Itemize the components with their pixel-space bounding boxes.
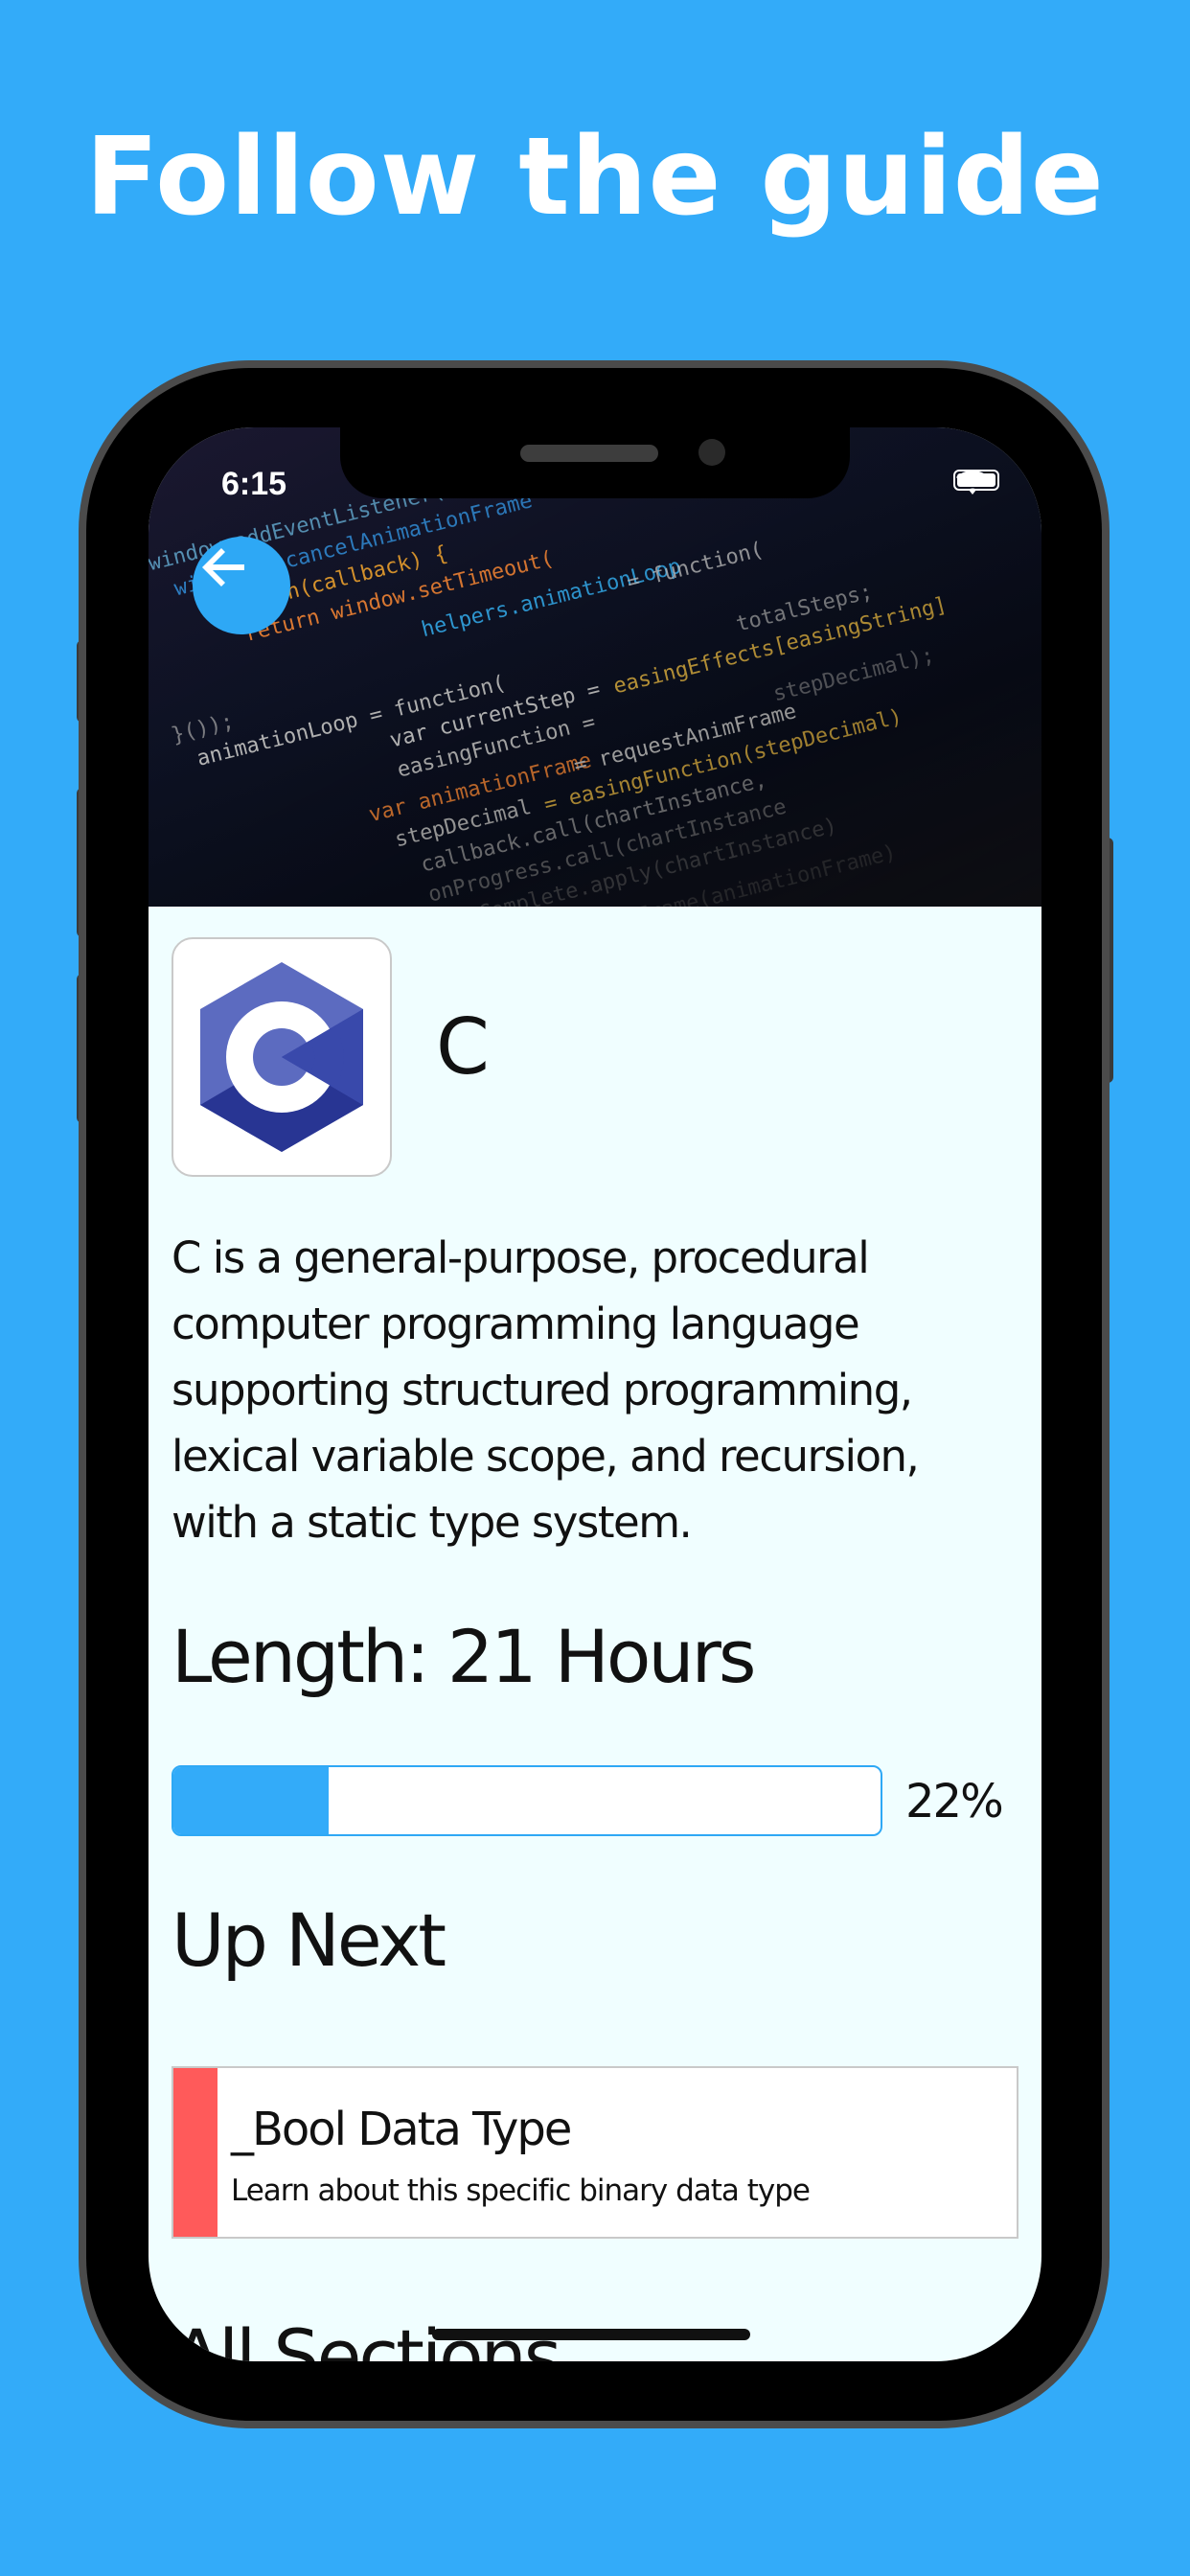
course-description: C is a general-purpose, procedural compu… bbox=[172, 1232, 920, 1548]
course-logo-box bbox=[172, 937, 392, 1177]
phone-notch bbox=[340, 427, 850, 498]
up-next-subtitle: Learn about this specific binary data ty… bbox=[231, 2174, 811, 2208]
hero-code-image: window.addEventListener( window.mscancel… bbox=[149, 427, 1041, 907]
app-screen: window.addEventListener( window.mscancel… bbox=[149, 427, 1041, 2361]
course-title: C bbox=[436, 1002, 490, 1092]
status-indicators bbox=[953, 470, 999, 494]
c-language-logo bbox=[200, 962, 363, 1152]
battery-icon bbox=[953, 470, 999, 491]
card-color-stripe bbox=[173, 2068, 217, 2237]
progress-percent: 22% bbox=[905, 1775, 1004, 1828]
front-camera bbox=[698, 439, 725, 466]
course-length: Length: 21 Hours bbox=[172, 1614, 756, 1699]
marketing-headline: Follow the guide bbox=[85, 115, 1105, 240]
up-next-heading: Up Next bbox=[172, 1898, 446, 1983]
status-time: 6:15 bbox=[221, 466, 287, 502]
back-button[interactable] bbox=[193, 537, 290, 634]
speaker-grille bbox=[520, 445, 658, 462]
progress-fill bbox=[173, 1767, 330, 1834]
phone-power-button bbox=[1100, 838, 1113, 1083]
up-next-card[interactable]: _Bool Data Type Learn about this specifi… bbox=[172, 2066, 1018, 2239]
up-next-title: _Bool Data Type bbox=[231, 2103, 572, 2156]
course-progress-bar bbox=[172, 1765, 882, 1836]
arrow-left-icon bbox=[202, 548, 244, 586]
home-indicator[interactable] bbox=[432, 2329, 750, 2340]
